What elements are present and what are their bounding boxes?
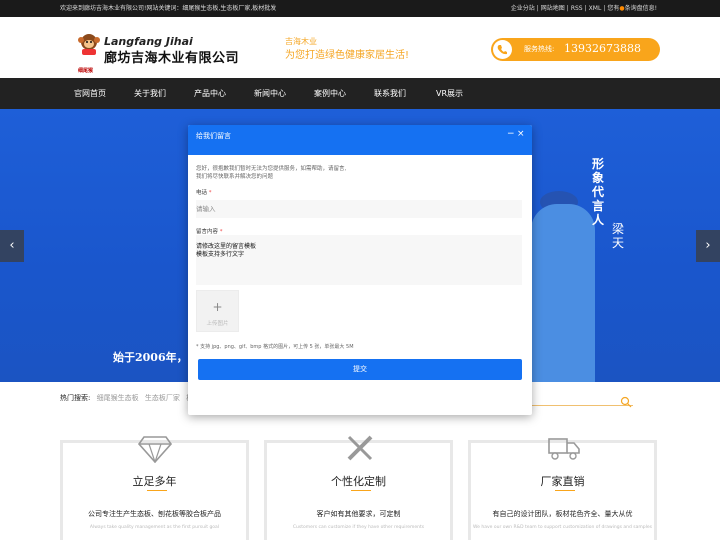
feature-desc: 客户如有其他要求，可定制 xyxy=(316,510,401,518)
feature-desc-en: We have our own R&D team to support cust… xyxy=(473,525,652,530)
spokesperson-title: 形象代言人 xyxy=(592,157,605,227)
logo-monkey-icon[interactable] xyxy=(76,32,102,64)
search-icon[interactable] xyxy=(620,393,632,408)
spokesperson-figure xyxy=(531,204,595,382)
spokesperson-signature: 梁天 xyxy=(612,222,625,250)
hot-search: 热门搜索: 细尾猴生态板 生态板厂家 板 xyxy=(60,393,193,403)
message-textarea[interactable]: 请修改这里的留言模板 模板支持多行文字 xyxy=(196,235,522,285)
minimize-icon[interactable]: − xyxy=(507,129,515,139)
message-dialog: 给我们留言 − × 您好，很抱歉我们暂时无法为您提供服务，如需帮助，请留言, 我… xyxy=(188,125,532,415)
title-rule xyxy=(351,490,371,491)
feature-desc-en: Customers can customize if they have oth… xyxy=(292,525,425,530)
link-rss[interactable]: RSS xyxy=(571,5,583,12)
hot-keyword[interactable]: 细尾猴生态板 xyxy=(97,394,139,402)
nav-home[interactable]: 官网首页 xyxy=(74,78,106,109)
message-line: 模板支持多行文字 xyxy=(196,251,245,258)
logo-tagline: 细尾猴 xyxy=(78,68,94,74)
feature-desc: 有自己的设计团队，板材花色齐全、量大从优 xyxy=(492,510,633,518)
phone-field[interactable]: 请输入 xyxy=(196,200,522,218)
search-input-underline[interactable] xyxy=(530,405,633,406)
nav-news[interactable]: 新闻中心 xyxy=(254,78,286,109)
feature-desc-en: Always take quality management as the fi… xyxy=(89,525,220,530)
top-links: 企业分站 | 网站地图 | RSS | XML | 您有●条询盘信息! xyxy=(510,5,657,12)
slide-prev-button[interactable]: ‹ xyxy=(0,230,24,262)
title-rule xyxy=(555,490,575,491)
since-text: 始于2006年，多 xyxy=(113,351,199,364)
link-xml[interactable]: XML xyxy=(589,5,602,12)
pencil-ruler-icon xyxy=(343,433,377,463)
chevron-right-icon: › xyxy=(705,238,711,253)
truck-icon xyxy=(547,433,581,463)
feature-desc: 公司专注生产生态板、刨花板等胶合板产品 xyxy=(88,510,221,518)
hotline-number: 13932673888 xyxy=(564,42,641,55)
feature-title: 个性化定制 xyxy=(331,475,386,488)
feature-title: 厂家直销 xyxy=(540,475,585,488)
link-subsite[interactable]: 企业分站 xyxy=(511,5,535,12)
submit-button[interactable]: 提交 xyxy=(198,359,522,380)
link-sitemap[interactable]: 网站地图 xyxy=(541,5,565,12)
site-header: 细尾猴 Langfang Jihai 廊坊吉海木业有限公司 吉海木业 为您打造绿… xyxy=(0,17,720,78)
title-rule xyxy=(147,490,167,491)
nav-about[interactable]: 关于我们 xyxy=(134,78,166,109)
plus-icon: + xyxy=(212,300,223,314)
hot-search-label: 热门搜索: xyxy=(60,394,91,402)
hotline-badge[interactable]: 服务热线: 13932673888 xyxy=(491,38,660,61)
nav-vr[interactable]: VR展示 xyxy=(436,78,463,109)
upload-label: 上传图片 xyxy=(206,321,229,327)
dialog-header: 给我们留言 − × xyxy=(188,125,532,155)
intro-line: 我们将尽快联系并解决您的问题 xyxy=(196,174,274,180)
welcome-text: 欢迎来到廊坊吉海木业有限公司!网站关键词：细尾猴生态板,生态板厂家,板材批发 xyxy=(60,5,277,12)
hot-keyword[interactable]: 生态板厂家 xyxy=(145,394,180,402)
logo-chinese: 廊坊吉海木业有限公司 xyxy=(104,51,240,66)
message-label: 留言内容 * xyxy=(196,229,223,235)
slide-next-button[interactable]: › xyxy=(696,230,720,262)
upload-image-button[interactable]: + 上传图片 xyxy=(196,290,239,332)
intro-line: 您好，很抱歉我们暂时无法为您提供服务，如需帮助，请留言, xyxy=(196,166,347,172)
message-line: 请修改这里的留言模板 xyxy=(196,243,257,250)
feature-title: 立足多年 xyxy=(132,475,177,488)
top-bar: 欢迎来到廊坊吉海木业有限公司!网站关键词：细尾猴生态板,生态板厂家,板材批发 企… xyxy=(0,0,720,17)
phone-icon xyxy=(493,40,512,59)
slogan-text: 为您打造绿色健康家居生活! xyxy=(285,50,410,61)
upload-hint: * 支持 jpg、png、gif、bmp 格式的图片，可上传 5 张，单张最大 … xyxy=(196,344,354,350)
nav-contact[interactable]: 联系我们 xyxy=(374,78,406,109)
diamond-icon xyxy=(137,433,173,464)
nav-cases[interactable]: 案例中心 xyxy=(314,78,346,109)
chevron-left-icon: ‹ xyxy=(9,238,15,253)
nav-products[interactable]: 产品中心 xyxy=(194,78,226,109)
dialog-intro: 您好，很抱歉我们暂时无法为您提供服务，如需帮助，请留言, 我们将尽快联系并解决您… xyxy=(196,165,516,181)
dialog-title: 给我们留言 xyxy=(196,132,231,140)
close-icon[interactable]: × xyxy=(517,129,525,139)
notice-pre: 您有 xyxy=(607,5,620,12)
phone-label: 电话 * xyxy=(196,190,212,196)
hotline-label: 服务热线: xyxy=(524,45,555,53)
main-nav: 官网首页 关于我们 产品中心 新闻中心 案例中心 联系我们 VR展示 xyxy=(0,78,720,109)
notice-post[interactable]: 条询盘信息! xyxy=(625,5,657,12)
